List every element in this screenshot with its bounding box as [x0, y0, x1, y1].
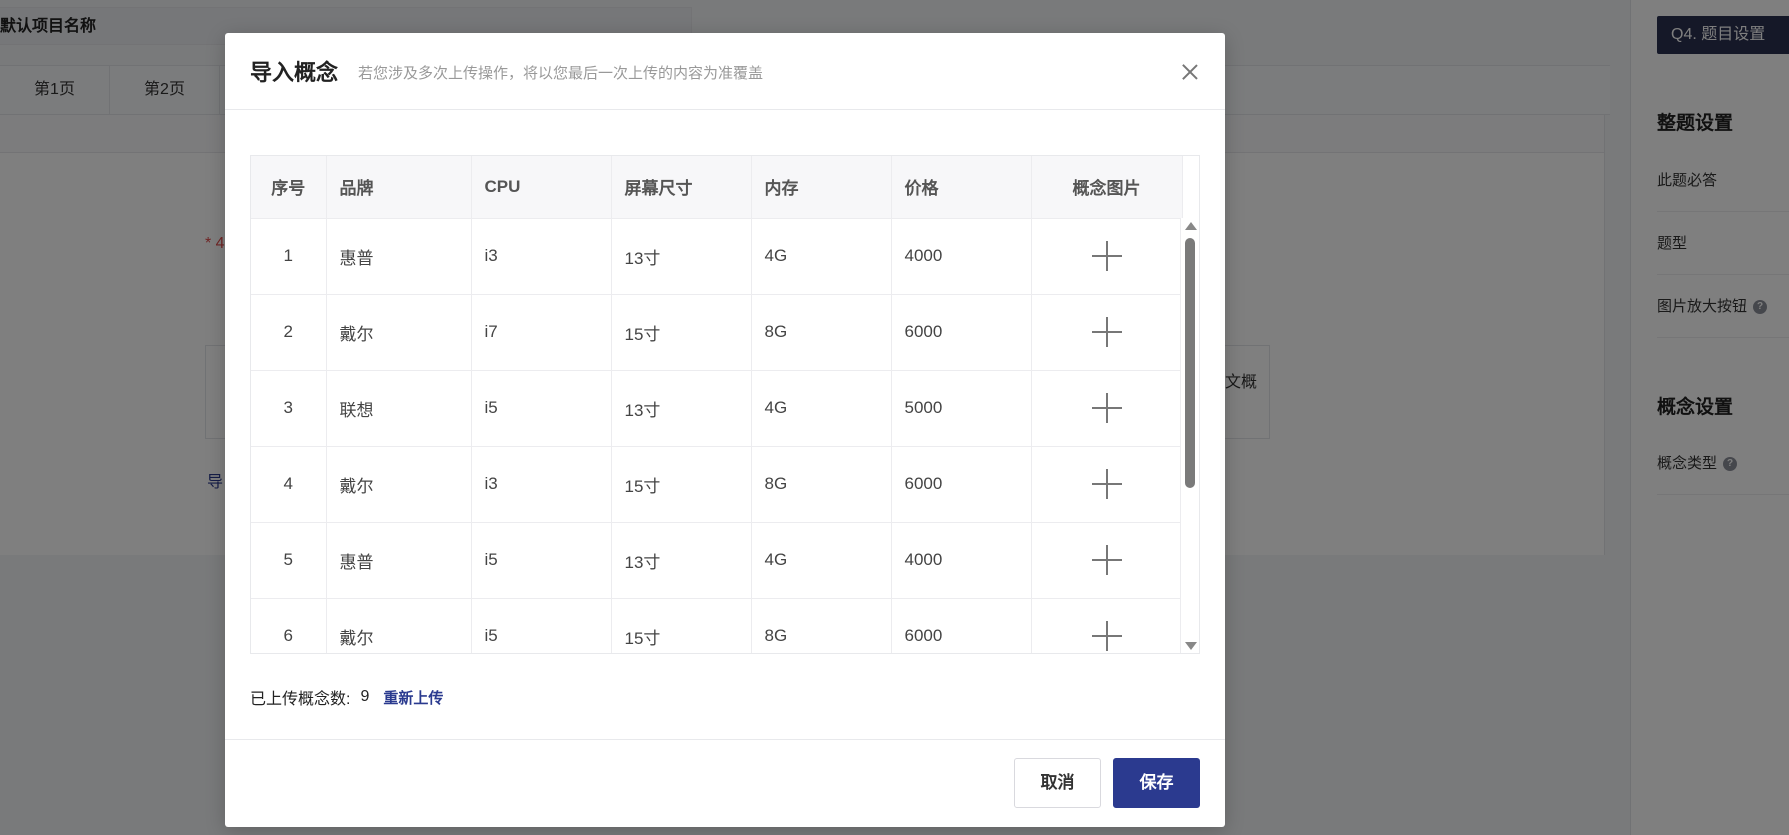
cell-image: [1031, 218, 1183, 295]
cancel-button[interactable]: 取消: [1014, 758, 1101, 808]
scroll-up-arrow-icon[interactable]: [1185, 222, 1197, 230]
reupload-link[interactable]: 重新上传: [383, 687, 443, 708]
add-image-plus-icon[interactable]: [1091, 621, 1122, 651]
table-row: 6 戴尔 i5 15寸 8G 6000: [251, 598, 1183, 653]
cell-brand: 惠普: [326, 522, 472, 599]
col-header-image: 概念图片: [1031, 156, 1183, 219]
cell-price: 6000: [891, 446, 1032, 523]
cell-price: 6000: [891, 598, 1032, 653]
cell-memory: 8G: [751, 598, 892, 653]
col-header-cpu: CPU: [471, 156, 612, 219]
col-header-price: 价格: [891, 156, 1032, 219]
cell-cpu: i7: [471, 294, 612, 371]
table-row: 5 惠普 i5 13寸 4G 4000: [251, 522, 1183, 599]
cell-cpu: i5: [471, 370, 612, 447]
cell-image: [1031, 370, 1183, 447]
dialog-subtitle: 若您涉及多次上传操作，将以您最后一次上传的内容为准覆盖: [358, 65, 764, 82]
cell-index: 6: [251, 598, 327, 653]
col-header-index: 序号: [251, 156, 327, 219]
dialog-footer: 取消 保存: [225, 739, 1225, 827]
table-row: 1 惠普 i3 13寸 4G 4000: [251, 218, 1183, 295]
cell-index: 1: [251, 218, 327, 295]
cell-index: 5: [251, 522, 327, 599]
upload-info: 已上传概念数: 9 重新上传: [250, 685, 443, 709]
cell-brand: 戴尔: [326, 598, 472, 653]
save-button[interactable]: 保存: [1113, 758, 1200, 808]
cell-price: 6000: [891, 294, 1032, 371]
cell-screen: 13寸: [611, 218, 752, 295]
cell-cpu: i3: [471, 446, 612, 523]
cell-cpu: i5: [471, 598, 612, 653]
dialog-title: 导入概念: [250, 60, 339, 85]
upload-count-value: 9: [360, 688, 370, 705]
add-image-plus-icon[interactable]: [1091, 469, 1122, 499]
cell-price: 5000: [891, 370, 1032, 447]
cell-memory: 4G: [751, 522, 892, 599]
col-header-screen: 屏幕尺寸: [611, 156, 752, 219]
cell-memory: 8G: [751, 446, 892, 523]
cell-memory: 8G: [751, 294, 892, 371]
cell-memory: 4G: [751, 218, 892, 295]
scroll-thumb[interactable]: [1185, 238, 1195, 488]
cell-image: [1031, 522, 1183, 599]
scroll-down-arrow-icon[interactable]: [1185, 642, 1197, 650]
add-image-plus-icon[interactable]: [1091, 241, 1122, 271]
table-row: 3 联想 i5 13寸 4G 5000: [251, 370, 1183, 447]
cell-index: 4: [251, 446, 327, 523]
table-scrollbar[interactable]: [1180, 218, 1199, 653]
concepts-table: 序号 品牌 CPU 屏幕尺寸 内存 价格 概念图片 1 惠普 i3 13寸 4G…: [250, 155, 1200, 654]
table-row: 4 戴尔 i3 15寸 8G 6000: [251, 446, 1183, 523]
cell-price: 4000: [891, 522, 1032, 599]
upload-count-label: 已上传概念数:: [250, 691, 351, 708]
cell-brand: 戴尔: [326, 294, 472, 371]
cell-memory: 4G: [751, 370, 892, 447]
cell-price: 4000: [891, 218, 1032, 295]
cell-screen: 15寸: [611, 294, 752, 371]
cell-brand: 惠普: [326, 218, 472, 295]
cell-screen: 13寸: [611, 370, 752, 447]
cell-image: [1031, 598, 1183, 653]
cell-image: [1031, 446, 1183, 523]
cell-brand: 戴尔: [326, 446, 472, 523]
cell-screen: 15寸: [611, 446, 752, 523]
cell-index: 2: [251, 294, 327, 371]
add-image-plus-icon[interactable]: [1091, 393, 1122, 423]
table-header-row: 序号 品牌 CPU 屏幕尺寸 内存 价格 概念图片: [251, 156, 1183, 219]
cell-index: 3: [251, 370, 327, 447]
cell-cpu: i5: [471, 522, 612, 599]
dialog-header: 导入概念 若您涉及多次上传操作，将以您最后一次上传的内容为准覆盖: [225, 33, 1225, 110]
col-header-brand: 品牌: [326, 156, 472, 219]
close-icon[interactable]: [1181, 63, 1199, 81]
col-header-memory: 内存: [751, 156, 892, 219]
table-row: 2 戴尔 i7 15寸 8G 6000: [251, 294, 1183, 371]
cell-screen: 13寸: [611, 522, 752, 599]
add-image-plus-icon[interactable]: [1091, 317, 1122, 347]
add-image-plus-icon[interactable]: [1091, 545, 1122, 575]
cell-screen: 15寸: [611, 598, 752, 653]
import-concepts-dialog: 导入概念 若您涉及多次上传操作，将以您最后一次上传的内容为准覆盖 序号 品牌 C…: [225, 33, 1225, 827]
cell-image: [1031, 294, 1183, 371]
cell-cpu: i3: [471, 218, 612, 295]
cell-brand: 联想: [326, 370, 472, 447]
